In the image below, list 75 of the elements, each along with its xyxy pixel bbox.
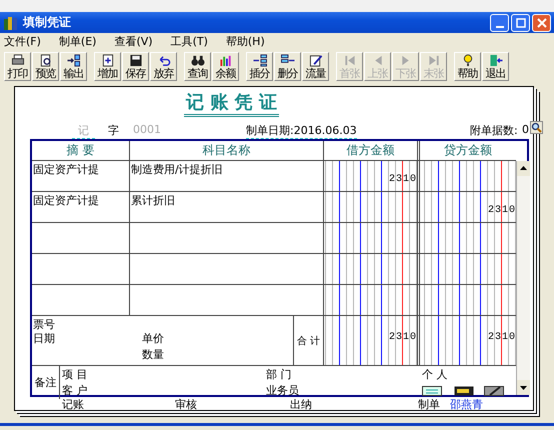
column-header: 借方金额 [324,141,420,160]
menu-item[interactable]: 文件(F) [4,34,41,48]
signature-label: 制单 [418,397,440,412]
voucher-type-label: 字 [108,123,119,138]
scroll-up-icon[interactable] [517,161,530,176]
column-header: 科目名称 [130,141,324,160]
toolbar-button[interactable]: 余额 [212,52,239,81]
voucher-number: 0001 [133,123,161,136]
toolbar-button[interactable]: 退出 [482,52,509,81]
signature-label: 审核 [175,397,197,412]
date-label: 日期 [33,331,55,346]
summary-cell[interactable]: 固定资产计提 [32,161,130,191]
card-icon[interactable] [454,386,474,396]
card-icon[interactable] [422,386,442,396]
menu-item[interactable]: 查看(V) [114,34,153,48]
signature-label: 记账 [62,397,84,412]
toolbar-button[interactable]: 插分 [246,52,273,81]
person-label: 个 人 [422,367,448,382]
column-header: 摘 要 [32,141,130,160]
account-cell[interactable]: 制造费用/计提折旧 [130,161,324,191]
voucher-title: 记 账 凭 证 [184,92,279,117]
toolbar-button[interactable]: 保存 [122,52,149,81]
account-cell[interactable]: 累计折旧 [130,192,324,222]
menu-item[interactable]: 制单(E) [58,34,96,48]
toolbar-button[interactable]: 输出 [60,52,87,81]
project-label: 项 目 [62,367,88,382]
total-label: 合 计 [294,316,324,365]
toolbar-button[interactable]: 流量 [302,52,329,81]
menu-item[interactable]: 工具(T) [170,34,208,48]
preparer-name: 邵燕青 [450,397,483,412]
scroll-down-icon[interactable] [517,380,530,395]
window-title: 填制凭证 [23,14,71,31]
quantity-label: 数量 [142,347,164,362]
vertical-scrollbar[interactable] [516,161,530,395]
toolbar-button[interactable]: 预览 [32,52,59,81]
toolbar-button[interactable]: 增加 [94,52,121,81]
maximize-button[interactable] [511,14,530,32]
salesman-label: 业务员 [266,383,299,398]
toolbar-button[interactable]: 帮助 [454,52,481,81]
export-icon [66,54,82,67]
summary-cell[interactable]: 固定资产计提 [32,192,130,222]
insert-icon [252,54,268,67]
minimize-button[interactable] [490,14,509,32]
close-icon [536,18,546,28]
customer-label: 客 户 [62,383,88,398]
column-header: 贷方金额 [443,142,493,159]
debit-cell[interactable] [324,254,420,284]
attachments-label: 附单据数: [470,123,518,138]
toolbar-button[interactable]: 删分 [274,52,301,81]
exit-icon [488,54,504,67]
ticket-label: 票号 [33,317,55,332]
minimize-icon [496,26,504,28]
printer-icon [10,54,26,67]
books-icon [3,14,19,30]
pencil-icon [308,54,324,67]
remarks-label: 备注 [32,366,60,399]
debit-cell[interactable] [324,192,420,222]
search-button[interactable] [530,121,543,134]
voucher-date[interactable]: 制单日期:2016.06.03 [246,123,357,139]
binoculars-icon [190,54,206,67]
maximize-icon [516,18,526,28]
debit-cell[interactable] [324,223,420,253]
bar-chart-icon [218,54,234,67]
search-icon [531,122,542,133]
department-label: 部 门 [266,367,292,382]
toolbar-button[interactable]: 放弃 [150,52,177,81]
toolbar-button[interactable]: 打印 [4,52,31,81]
unit-price-label: 单价 [142,331,164,346]
menu-item[interactable]: 帮助(H) [226,34,265,48]
attachments-count[interactable]: 0 [522,123,529,136]
close-button[interactable] [532,14,551,32]
signature-label: 出纳 [290,397,312,412]
debit-cell[interactable] [324,285,420,315]
toolbar-button[interactable]: 查询 [184,52,211,81]
pencil-icon[interactable] [484,386,504,396]
